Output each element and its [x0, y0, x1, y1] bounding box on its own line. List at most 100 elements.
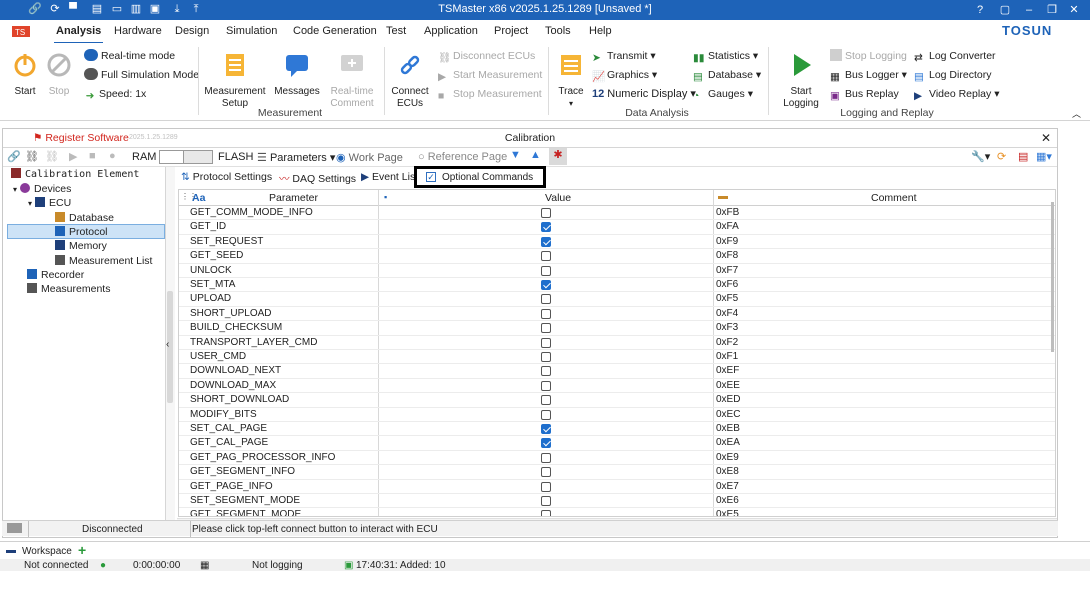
table-row[interactable]: TRANSPORT_LAYER_CMD 0xF2 [179, 336, 1055, 350]
video-replay-button[interactable]: ▶ Video Replay ▾ [914, 87, 999, 102]
table-row[interactable]: DOWNLOAD_NEXT 0xEF [179, 364, 1055, 379]
stop-measurement-button[interactable]: ■ Stop Measurement [438, 87, 542, 102]
bug-icon[interactable]: ✱ [549, 148, 567, 165]
tab-optional-commands[interactable]: ✓ Optional Commands [414, 166, 546, 188]
table-row[interactable]: USER_CMD 0xF1 [179, 350, 1055, 365]
value-checkbox[interactable] [541, 467, 551, 478]
menu-design[interactable]: Design [175, 25, 209, 37]
folder-icon[interactable]: ▬ [718, 191, 728, 202]
grid-scrollbar[interactable] [1051, 202, 1054, 352]
play-icon[interactable]: ▶ [69, 150, 77, 163]
table-row[interactable]: GET_SEGMENT_MODE 0xE5 [179, 508, 1055, 516]
table-row[interactable]: SET_SEGMENT_MODE 0xE6 [179, 494, 1055, 509]
messages-button[interactable]: Messages [274, 51, 320, 98]
menu-analysis[interactable]: Analysis [53, 25, 104, 44]
layout-button[interactable]: ▢ [997, 2, 1013, 18]
disconnect-ecus-button[interactable]: ⛓ Disconnect ECUs [438, 49, 535, 64]
table-row[interactable]: SHORT_DOWNLOAD 0xED [179, 393, 1055, 408]
value-checkbox[interactable] [541, 308, 551, 319]
tree-recorder[interactable]: Recorder [27, 268, 84, 282]
app-logo-icon[interactable]: TS [12, 25, 32, 39]
start-measurement-button[interactable]: ▶ Start Measurement [438, 68, 542, 83]
transmit-button[interactable]: ➤ Transmit ▾ [592, 49, 656, 64]
value-checkbox[interactable] [541, 366, 551, 377]
tree-measurement-list[interactable]: Measurement List [55, 254, 152, 268]
tree-root[interactable]: Calibration Element [11, 168, 139, 182]
value-checkbox[interactable] [541, 380, 551, 391]
table-row[interactable]: UPLOAD 0xF5 [179, 292, 1055, 307]
log-converter-button[interactable]: ⇄ Log Converter [914, 49, 996, 64]
menu-tools[interactable]: Tools [545, 25, 571, 37]
realtime-mode-toggle[interactable]: Real-time mode [84, 49, 175, 63]
value-checkbox[interactable] [541, 251, 551, 262]
tree-devices[interactable]: ▾ Devices [13, 182, 71, 196]
menu-hardware[interactable]: Hardware [114, 25, 162, 37]
layout-icon[interactable]: ▦▾ [1036, 150, 1052, 163]
table-row[interactable]: GET_CAL_PAGE 0xEA [179, 436, 1055, 451]
value-checkbox[interactable] [541, 424, 551, 434]
menu-help[interactable]: Help [589, 25, 612, 37]
menu-test[interactable]: Test [386, 25, 406, 37]
realtime-comment-button[interactable]: Real-time Comment [326, 51, 378, 110]
gauges-button[interactable]: ◔ Gauges ▾ [693, 87, 753, 102]
tree-measurements[interactable]: Measurements [27, 282, 110, 296]
workspace-tab[interactable]: Workspace [22, 546, 72, 557]
work-page-radio[interactable]: ◉ Work Page [336, 151, 403, 164]
value-checkbox[interactable] [541, 337, 551, 348]
table-row[interactable]: GET_PAGE_INFO 0xE7 [179, 480, 1055, 494]
header-parameter[interactable]: Parameter [269, 192, 318, 204]
start-button[interactable]: Start [8, 51, 42, 98]
table-row[interactable]: GET_PAG_PROCESSOR_INFO 0xE9 [179, 451, 1055, 466]
bus-replay-button[interactable]: ▣ Bus Replay [830, 87, 899, 102]
collapse-left-icon[interactable]: ‹ [166, 339, 169, 350]
value-checkbox[interactable] [541, 452, 551, 463]
tree-database[interactable]: Database [55, 211, 114, 225]
value-checkbox[interactable] [541, 323, 551, 334]
connect-ecus-button[interactable]: Connect ECUs [389, 51, 431, 110]
menu-code-generation[interactable]: Code Generation [293, 25, 377, 37]
trace-button[interactable]: Trace ▾ [554, 51, 588, 110]
arrow-up-icon[interactable]: ▲ [530, 149, 541, 161]
table-row[interactable]: SET_CAL_PAGE 0xEB [179, 422, 1055, 437]
value-checkbox[interactable] [541, 208, 551, 218]
splitter[interactable]: ‹ [166, 167, 175, 526]
table-row[interactable]: GET_ID 0xFA [179, 220, 1055, 235]
table-row[interactable]: GET_SEED 0xF8 [179, 249, 1055, 264]
menu-simulation[interactable]: Simulation [226, 25, 277, 37]
value-checkbox[interactable] [541, 496, 551, 506]
tree-ecu[interactable]: ▾ ECU [28, 196, 71, 210]
restore-button[interactable]: ❐ [1044, 2, 1060, 18]
tree-protocol[interactable]: Protocol [55, 225, 108, 239]
reference-page-radio[interactable]: ○ Reference Page [418, 151, 507, 163]
table-row[interactable]: MODIFY_BITS 0xEC [179, 408, 1055, 422]
graphics-button[interactable]: 📈 Graphics ▾ [592, 68, 657, 83]
table-row[interactable]: SHORT_UPLOAD 0xF4 [179, 307, 1055, 322]
help-button[interactable]: ? [972, 2, 988, 18]
tools-icon[interactable]: 🔧▾ [971, 150, 990, 163]
minimize-button[interactable]: – [1021, 2, 1037, 18]
value-checkbox[interactable] [541, 280, 551, 290]
header-comment[interactable]: Comment [871, 192, 917, 204]
tab-daq-settings[interactable]: 〰 DAQ Settings [279, 171, 356, 186]
table-row[interactable]: BUILD_CHECKSUM 0xF3 [179, 321, 1055, 336]
tab-event-list[interactable]: ▶ Event List [361, 171, 418, 183]
numeric-display-button[interactable]: 12 Numeric Display ▾ [592, 87, 696, 101]
value-checkbox[interactable] [541, 352, 551, 362]
value-checkbox[interactable] [541, 395, 551, 406]
add-workspace-button[interactable]: + [78, 542, 86, 558]
value-checkbox[interactable] [541, 510, 551, 516]
start-logging-button[interactable]: Start Logging [778, 51, 824, 110]
parameters-dropdown[interactable]: ☰ Parameters ▾ [257, 151, 335, 164]
table-row[interactable]: UNLOCK 0xF7 [179, 264, 1055, 278]
record-icon[interactable]: ● [109, 150, 116, 162]
value-checkbox[interactable] [541, 438, 551, 449]
statistics-button[interactable]: ▮▮ Statistics ▾ [693, 49, 758, 64]
table-row[interactable]: DOWNLOAD_MAX 0xEE [179, 379, 1055, 394]
value-filter-icon[interactable]: ▪ [384, 192, 387, 202]
link-icon[interactable]: ⛓ [25, 150, 39, 163]
table-row[interactable]: GET_SEGMENT_INFO 0xE8 [179, 465, 1055, 480]
arrow-down-icon[interactable]: ▼ [510, 149, 521, 161]
close-panel-button[interactable]: ✕ [1041, 131, 1051, 145]
value-checkbox[interactable] [541, 222, 551, 233]
tab-protocol-settings[interactable]: ⇅ Protocol Settings [181, 171, 272, 183]
